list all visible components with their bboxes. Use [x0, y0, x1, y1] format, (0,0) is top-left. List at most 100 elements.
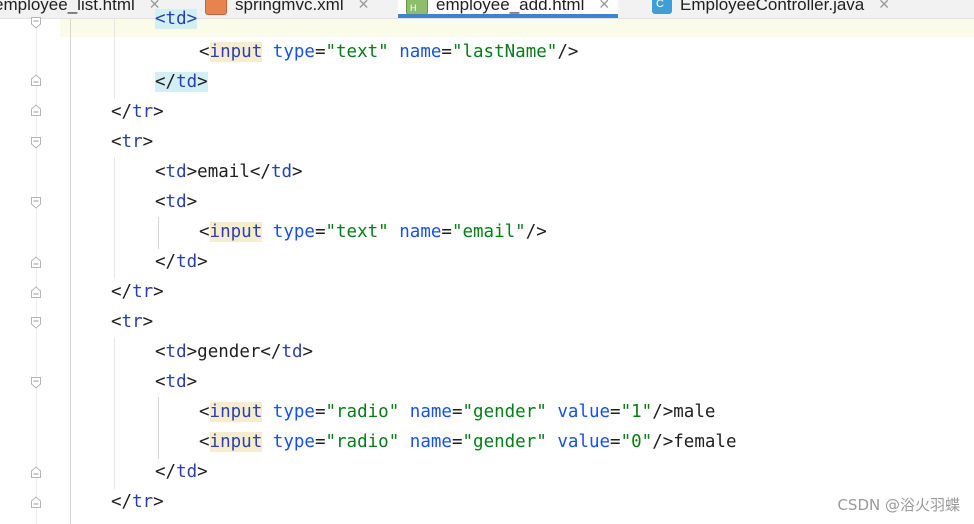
token: = — [314, 42, 326, 62]
token: < — [155, 342, 166, 362]
code-line[interactable]: </tr> — [111, 97, 164, 127]
token: "0" — [620, 432, 653, 452]
fold-end-icon[interactable] — [31, 466, 41, 478]
token: = — [314, 432, 326, 452]
token: /> — [652, 432, 674, 452]
indent-guide — [158, 217, 159, 249]
token: > — [153, 282, 164, 302]
token: > — [186, 192, 198, 212]
fold-open-icon[interactable] — [31, 377, 41, 389]
tab-employee-controller[interactable]: C EmployeeController.java ✕ — [652, 0, 890, 18]
token: td — [165, 192, 187, 212]
code-line[interactable]: <td>gender</td> — [155, 337, 313, 367]
code-line[interactable]: <td> — [155, 187, 197, 217]
token: < — [199, 432, 210, 452]
token: input — [209, 42, 263, 62]
token: = — [451, 432, 463, 452]
token: > — [153, 492, 164, 512]
close-icon[interactable]: ✕ — [358, 0, 370, 13]
fold-close-icon[interactable] — [31, 17, 41, 29]
token: </ — [155, 462, 177, 482]
token: > — [142, 312, 154, 332]
token: td — [270, 162, 293, 182]
token: < — [155, 372, 166, 392]
token: td — [165, 372, 187, 392]
tab-employee-list[interactable]: employee_list.html ✕ — [0, 0, 161, 18]
token: "radio" — [325, 402, 400, 422]
code-line[interactable]: <td>email</td> — [155, 157, 303, 187]
code-line[interactable]: <input type="text" name="lastName"/> — [199, 37, 578, 67]
token: < — [155, 9, 166, 29]
tab-label: EmployeeController.java — [680, 0, 865, 14]
token: "gender" — [462, 432, 547, 452]
token: "lastName" — [451, 42, 558, 62]
fold-open-icon[interactable] — [31, 197, 41, 209]
code-line[interactable]: </td> — [155, 457, 208, 487]
close-icon[interactable]: ✕ — [878, 0, 890, 13]
token: female — [673, 432, 737, 452]
fold-end-icon[interactable] — [31, 256, 41, 268]
token: "text" — [325, 222, 389, 242]
token: > — [302, 342, 314, 362]
fold-end-icon[interactable] — [31, 74, 41, 86]
tab-label: employee_add.html — [436, 0, 585, 14]
tab-label: employee_list.html — [0, 0, 135, 14]
code-line[interactable]: <tr> — [111, 307, 153, 337]
token: type — [272, 432, 315, 452]
code-line[interactable]: <input type="radio" name="gender" value=… — [199, 397, 715, 427]
token: < — [199, 222, 210, 242]
close-icon[interactable]: ✕ — [598, 0, 610, 13]
token: input — [209, 222, 263, 242]
token: </ — [111, 492, 133, 512]
token: = — [314, 222, 326, 242]
token: /> — [557, 42, 579, 62]
token: name — [399, 222, 442, 242]
token: "1" — [620, 402, 653, 422]
xml-file-icon — [205, 0, 227, 15]
code-line[interactable]: </tr> — [111, 277, 164, 307]
code-line[interactable]: <td> — [155, 4, 198, 34]
token: > — [186, 162, 198, 182]
token: "email" — [451, 222, 526, 242]
fold-end-icon[interactable] — [31, 286, 41, 298]
token: > — [197, 72, 208, 92]
tab-springmvc[interactable]: springmvc.xml ✕ — [205, 0, 369, 18]
code-line[interactable]: </td> — [155, 247, 208, 277]
fold-end-icon[interactable] — [31, 104, 41, 116]
indent-guide — [158, 397, 159, 459]
fold-open-icon[interactable] — [31, 317, 41, 329]
java-class-icon: C — [652, 0, 672, 14]
tab-employee-add[interactable]: H employee_add.html ✕ — [398, 0, 619, 18]
token: td — [165, 9, 187, 29]
token: "radio" — [325, 432, 400, 452]
token: td — [281, 342, 303, 362]
token: input — [209, 432, 263, 452]
token: < — [199, 42, 210, 62]
fold-open-icon[interactable] — [31, 137, 41, 149]
token: < — [111, 312, 122, 332]
code-line[interactable]: <tr> — [111, 127, 153, 157]
code-line[interactable]: </td> — [155, 67, 208, 97]
token: < — [199, 402, 210, 422]
fold-end-icon[interactable] — [31, 496, 41, 508]
token: > — [186, 9, 198, 29]
code-line[interactable]: </tr> — [111, 487, 164, 517]
token: td — [165, 162, 187, 182]
token: </ — [155, 252, 177, 272]
token: /> — [525, 222, 547, 242]
code-line[interactable]: <input type="radio" name="gender" value=… — [199, 427, 736, 457]
token: value — [557, 432, 611, 452]
token: = — [441, 222, 452, 242]
token: = — [314, 402, 326, 422]
token: value — [557, 402, 611, 422]
token: </ — [111, 102, 133, 122]
indent-guide — [114, 19, 115, 99]
token: name — [399, 42, 442, 62]
editor-tab-bar: employee_list.html ✕ springmvc.xml ✕ H e… — [0, 0, 974, 19]
token: td — [176, 252, 198, 272]
token: gender — [197, 342, 261, 362]
token: td — [165, 342, 187, 362]
code-line[interactable]: <td> — [155, 367, 197, 397]
code-line[interactable]: <input type="text" name="email"/> — [199, 217, 547, 247]
token: < — [111, 132, 122, 152]
